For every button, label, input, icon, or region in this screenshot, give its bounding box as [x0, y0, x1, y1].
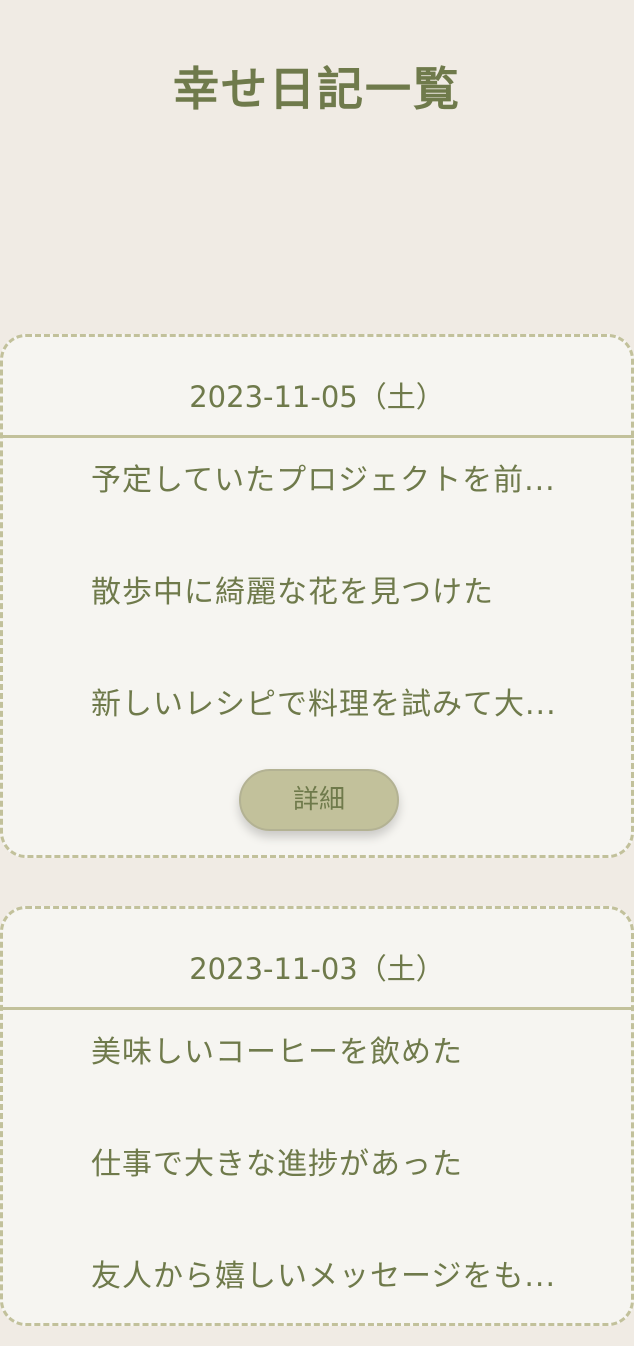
list-item: 新しいレシピで料理を試みて大...	[91, 687, 557, 722]
entry-date: 2023-11-05（土）	[0, 337, 634, 438]
list-item: 予定していたプロジェクトを前...	[91, 463, 556, 498]
page-title: 幸せ日記一覧	[173, 62, 461, 116]
happiness-list: 予定していたプロジェクトを前... 散歩中に綺麗な花を見つけた 新しいレシピで料…	[3, 438, 631, 774]
entry-date: 2023-11-03（土）	[0, 909, 634, 1010]
list-item: 友人から嬉しいメッセージをも...	[91, 1259, 557, 1294]
happiness-list: 美味しいコーヒーを飲めた 仕事で大きな進捗があった 友人から嬉しいメッセージをも…	[3, 1010, 631, 1346]
diary-card: 2023-11-03（土） 美味しいコーヒーを飲めた 仕事で大きな進捗があった …	[0, 906, 634, 1326]
list-item: 美味しいコーヒーを飲めた	[91, 1035, 463, 1070]
detail-button[interactable]: 詳細	[239, 769, 399, 831]
diary-card: 2023-11-05（土） 予定していたプロジェクトを前... 散歩中に綺麗な花…	[0, 334, 634, 858]
list-item: 仕事で大きな進捗があった	[91, 1147, 463, 1182]
list-item: 散歩中に綺麗な花を見つけた	[91, 575, 494, 610]
